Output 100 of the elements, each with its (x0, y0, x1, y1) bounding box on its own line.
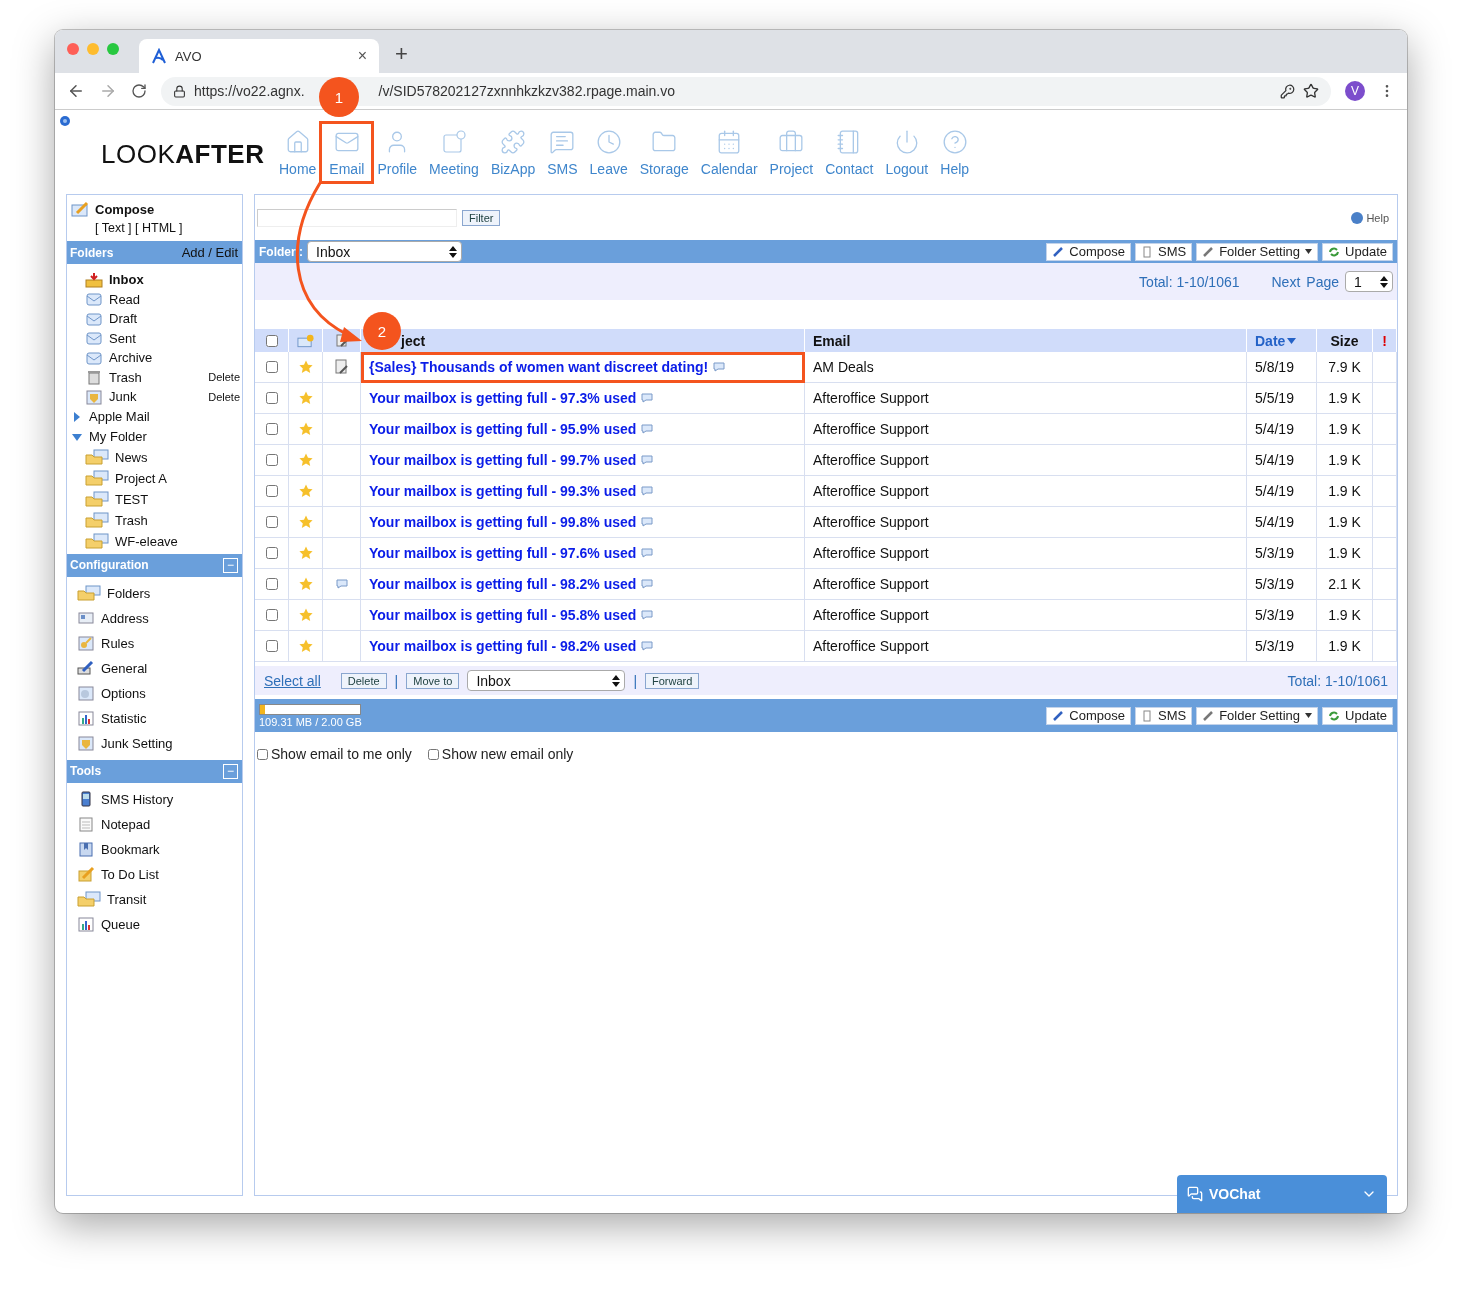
folder-item[interactable]: Project A (67, 467, 240, 489)
row-checkbox[interactable] (265, 609, 278, 621)
folder-item[interactable]: Read (67, 289, 240, 309)
browser-tab[interactable]: AVO × (139, 39, 379, 73)
menu-item[interactable]: General (67, 655, 242, 681)
menu-item[interactable]: Options (67, 680, 242, 706)
toolbar-button[interactable]: Folder Setting (1196, 706, 1319, 725)
nav-item[interactable]: Storage (633, 120, 695, 184)
folder-item[interactable]: Archive (67, 348, 240, 368)
option-checkbox[interactable]: Show email to me only (257, 746, 412, 762)
nav-item[interactable]: Leave (583, 120, 634, 184)
folder-item[interactable]: News (67, 446, 240, 468)
nav-item[interactable]: Calendar (694, 120, 764, 184)
nav-item[interactable]: Project (763, 120, 820, 184)
folder-item[interactable]: Inbox (67, 270, 240, 290)
folder-item[interactable]: Junk Delete (67, 387, 240, 407)
star-icon[interactable] (298, 360, 313, 374)
folder-group[interactable]: My Folder (67, 426, 240, 447)
row-checkbox[interactable] (265, 423, 278, 435)
subject-link[interactable]: Your mailbox is getting full - 97.3% used (369, 390, 637, 406)
nav-item[interactable]: Logout (879, 120, 935, 184)
compose-link[interactable]: Compose (71, 201, 238, 217)
nav-item[interactable]: Email (319, 120, 375, 184)
subject-link[interactable]: Your mailbox is getting full - 99.7% used (369, 452, 637, 468)
add-edit-link[interactable]: Add / Edit (181, 245, 238, 260)
subject-link[interactable]: Your mailbox is getting full - 95.9% used (369, 421, 637, 437)
star-icon[interactable] (298, 639, 313, 653)
forward-icon[interactable] (99, 82, 117, 100)
next-link[interactable]: Next (1271, 273, 1301, 290)
filter-field[interactable] (257, 208, 457, 227)
folder-item[interactable]: Trash (67, 509, 240, 531)
back-icon[interactable] (67, 82, 85, 100)
subject-link[interactable]: Your mailbox is getting full - 98.2% used (369, 638, 637, 654)
star-icon[interactable] (298, 608, 313, 622)
row-checkbox[interactable] (265, 485, 278, 497)
checkbox[interactable] (427, 748, 439, 760)
row-checkbox[interactable] (265, 640, 278, 652)
menu-item[interactable]: Queue (67, 911, 242, 937)
star-icon[interactable] (298, 577, 313, 591)
subject-link[interactable]: Your mailbox is getting full - 99.3% used (369, 483, 637, 499)
toolbar-button[interactable]: SMS (1134, 242, 1193, 261)
new-tab-button[interactable]: + (395, 41, 408, 67)
toolbar-button[interactable]: Folder Setting (1196, 242, 1319, 261)
delete-button[interactable]: Delete (340, 672, 387, 689)
nav-item[interactable]: BizApp (484, 120, 542, 184)
row-checkbox[interactable] (265, 361, 278, 373)
toolbar-button[interactable]: Compose (1046, 706, 1131, 725)
row-checkbox[interactable] (265, 454, 278, 466)
folder-item[interactable]: Draft (67, 309, 240, 329)
toolbar-button[interactable]: SMS (1134, 706, 1193, 725)
star-icon[interactable] (298, 453, 313, 467)
menu-item[interactable]: Notepad (67, 811, 242, 837)
menu-item[interactable]: Bookmark (67, 836, 242, 862)
folder-group[interactable]: Apple Mail (67, 406, 240, 427)
nav-item[interactable]: Meeting (423, 120, 485, 184)
toolbar-button[interactable]: Compose (1046, 242, 1131, 261)
menu-item[interactable]: Rules (67, 630, 242, 656)
star-icon[interactable] (298, 515, 313, 529)
menu-item[interactable]: Transit (67, 886, 242, 912)
forward-button[interactable]: Forward (645, 672, 700, 689)
checkbox[interactable] (257, 748, 268, 760)
subject-link[interactable]: Your mailbox is getting full - 95.8% used (369, 607, 637, 623)
menu-item[interactable]: Junk Setting (67, 730, 242, 756)
move-target-select[interactable]: Inbox (467, 670, 626, 691)
toolbar-button[interactable]: Update (1322, 242, 1393, 261)
menu-item[interactable]: Folders (67, 580, 242, 606)
nav-item[interactable]: Contact (819, 120, 880, 184)
option-checkbox[interactable]: Show new email only (427, 746, 574, 762)
gear-icon[interactable] (59, 115, 71, 127)
folder-item[interactable]: Trash Delete (67, 367, 240, 387)
menu-item[interactable]: Statistic (67, 705, 242, 731)
folder-item[interactable]: WF-eleave (67, 530, 240, 552)
star-icon[interactable] (298, 391, 313, 405)
toolbar-button[interactable]: Update (1322, 706, 1393, 725)
reload-icon[interactable] (131, 83, 147, 99)
key-icon[interactable] (1280, 83, 1295, 99)
tab-close-button[interactable]: × (357, 47, 367, 65)
row-checkbox[interactable] (265, 578, 278, 590)
close-icon[interactable] (67, 42, 79, 55)
filter-button[interactable]: Filter (462, 209, 501, 226)
menu-item[interactable]: Address (67, 605, 242, 631)
delete-link[interactable]: Delete (208, 390, 240, 403)
row-checkbox[interactable] (265, 516, 278, 528)
star-icon[interactable] (1303, 83, 1319, 99)
delete-link[interactable]: Delete (208, 371, 240, 384)
row-checkbox[interactable] (265, 547, 278, 559)
menu-item[interactable]: To Do List (67, 861, 242, 887)
select-all-link[interactable]: Select all (264, 672, 321, 689)
star-icon[interactable] (298, 422, 313, 436)
profile-avatar[interactable]: V (1345, 81, 1365, 101)
subject-link[interactable]: {Sales} Thousands of women want discreet dating! (369, 359, 709, 375)
row-checkbox[interactable] (265, 392, 278, 404)
help-link[interactable]: Help (1351, 211, 1389, 224)
folder-item[interactable]: TEST (67, 488, 240, 510)
nav-item[interactable]: SMS (541, 120, 584, 184)
folder-item[interactable]: Sent (67, 328, 240, 348)
subject-link[interactable]: Your mailbox is getting full - 99.8% used (369, 514, 637, 530)
move-to-button[interactable]: Move to (406, 672, 460, 689)
folder-select[interactable]: Inbox (307, 241, 462, 262)
select-all-checkbox[interactable] (265, 334, 278, 347)
